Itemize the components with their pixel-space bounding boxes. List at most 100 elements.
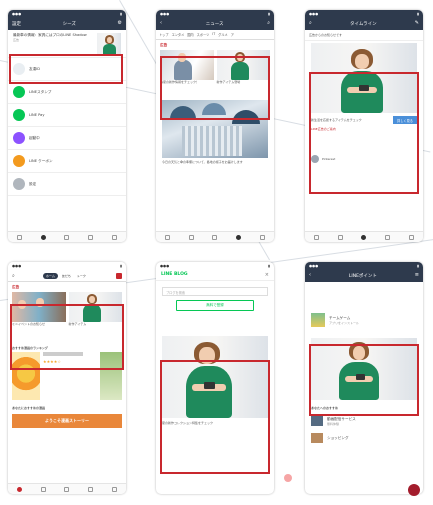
phone-screen-blog: ●●● ▮ LINE BLOG × ブログを検索 無料で登録 夏の新作コレクション…	[156, 262, 274, 494]
tab-news-icon[interactable]	[88, 234, 94, 240]
register-button[interactable]: 無料で登録	[176, 300, 254, 311]
promo-banner[interactable]: ようこそ漫画ストーリー	[12, 414, 122, 428]
category-tabs: トップ エンタメ 国内 スポーツ IT グルメ ア	[156, 30, 274, 40]
ad-photo	[97, 33, 121, 55]
search-icon[interactable]: ⌕	[267, 21, 270, 26]
list-item[interactable]: 設定	[8, 173, 126, 196]
status-bar: ●●● ▮	[12, 263, 122, 268]
ad-highlight-frame	[10, 304, 124, 370]
ad-label: 広告	[12, 285, 20, 289]
ad-highlight-frame	[160, 56, 270, 120]
tab-wallet-icon[interactable]	[408, 234, 414, 240]
phone-screen-timeline: ●●● ▮ ⌕ タイムライン ✎ 広告からのお知らせです 新生活を応援するアイテム…	[305, 10, 423, 242]
game-icon	[311, 313, 325, 327]
tab-news-icon[interactable]	[385, 234, 391, 240]
ad-label: 広告	[160, 43, 168, 47]
tab-domestic[interactable]: 国内	[187, 32, 193, 37]
compose-icon[interactable]: ✎	[415, 21, 419, 26]
list-item[interactable]: ショッピング	[305, 430, 423, 446]
search-input[interactable]: ブログを検索	[162, 287, 268, 296]
list-item-label: 設定	[29, 181, 37, 186]
status-bar: ●●● ▮	[12, 11, 122, 16]
shop-icon	[311, 433, 323, 443]
page-title: シーズ	[62, 21, 76, 27]
menu-icon[interactable]: ≡	[415, 273, 419, 278]
tab-wallet-icon[interactable]	[111, 234, 117, 240]
tab-wallet-icon[interactable]	[259, 234, 265, 240]
tab-timeline-icon[interactable]	[361, 234, 367, 240]
list-item-label: 起動中	[29, 135, 40, 140]
item-title: ショッピング	[327, 435, 349, 440]
tab-more[interactable]: ア	[231, 32, 234, 37]
service-icon	[13, 132, 25, 144]
page-title: タイムライン	[349, 21, 377, 27]
red-badge	[408, 484, 420, 496]
tab-timeline-icon[interactable]	[64, 234, 70, 240]
ad-highlight-frame	[309, 344, 419, 416]
tab-gourmet[interactable]: グルメ	[218, 32, 228, 37]
bottom-tab-bar	[8, 483, 126, 494]
gift-icon[interactable]	[115, 272, 122, 279]
settings-icon[interactable]: ⚙	[118, 21, 122, 26]
search-icon[interactable]: ⌕	[12, 273, 15, 279]
service-icon	[13, 86, 25, 98]
list-item[interactable]: LINEスタンプ	[8, 81, 126, 104]
list-item[interactable]: チームゲーム アプリをインストール	[305, 308, 423, 332]
phone-screen-news: ●●● ▮ ‹ ニュース ⌕ トップ エンタメ 国内 スポーツ IT グルメ ア …	[156, 10, 274, 242]
tab-friends[interactable]: 友だち	[60, 273, 73, 279]
tab-wallet-icon[interactable]	[111, 486, 117, 492]
back-icon[interactable]: ‹	[160, 21, 162, 26]
section-title-2: あなたにおすすめの漫画	[12, 406, 46, 410]
service-icon	[13, 109, 25, 121]
tab-top[interactable]: トップ	[159, 32, 169, 37]
close-icon[interactable]: ×	[265, 272, 269, 278]
list-item[interactable]: LINE クーポン	[8, 150, 126, 173]
status-bar: ●●● ▮	[160, 263, 270, 268]
bottom-tab-bar	[8, 231, 126, 242]
tab-home-icon[interactable]	[17, 234, 23, 240]
item-sub: アプリをインストール	[329, 320, 359, 325]
tab-chat-icon[interactable]	[188, 234, 194, 240]
list-item[interactable]: 起動中	[8, 127, 126, 150]
tab-news-icon[interactable]	[88, 486, 94, 492]
back-icon[interactable]: ‹	[309, 273, 311, 278]
tab-news-icon[interactable]	[236, 234, 242, 240]
bottom-tab-bar	[156, 231, 274, 242]
status-bar: ●●● ▮	[160, 11, 270, 16]
tab-timeline-icon[interactable]	[64, 486, 70, 492]
phone-screen-manga: ●●● ▮ ⌕ ホーム 友だち トーク 広告 ミニイベントのお知らせ 新作アイテ…	[8, 262, 126, 494]
service-icon	[13, 178, 25, 190]
list-item-label: LINE クーポン	[29, 158, 53, 163]
tab-home-icon[interactable]	[17, 486, 23, 492]
notice-text: 広告からのお知らせです	[305, 30, 423, 41]
phone-screen-points: ●●● ▮ ‹ LINEポイント ≡ チームゲーム アプリをインストール あなたへ…	[305, 262, 423, 494]
ad-highlight-frame	[9, 54, 123, 84]
tab-talk[interactable]: トーク	[75, 273, 88, 279]
page-title: ニュース	[205, 21, 224, 27]
ad-highlight-frame	[160, 360, 270, 474]
pink-badge	[284, 474, 292, 482]
tab-sports[interactable]: スポーツ	[197, 32, 210, 37]
item-sub: 無料体験	[327, 421, 340, 426]
tab-home[interactable]: ホーム	[42, 272, 58, 279]
tab-chat-icon[interactable]	[337, 234, 343, 240]
list-item-label: LINE Pay	[29, 112, 45, 117]
tab-home-icon[interactable]	[314, 234, 320, 240]
tab-timeline-icon[interactable]	[212, 234, 218, 240]
blog-logo[interactable]: LINE BLOG	[161, 272, 188, 277]
status-bar: ●●● ▮	[309, 263, 419, 268]
article-caption: 今日の天気と傘の準備について、各地の様子をお届けします	[162, 160, 243, 164]
video-icon	[311, 416, 323, 426]
item-title: 動画配信サービス	[327, 416, 356, 421]
tab-entertainment[interactable]: エンタメ	[172, 32, 185, 37]
list-item[interactable]: LINE Pay	[8, 104, 126, 127]
phone-screen-services: ●●● ▮ 設定 シーズ ⚙ 最新車の情報：家具にはプロのLINE Shadow …	[8, 10, 126, 242]
tab-home-icon[interactable]	[165, 234, 171, 240]
search-icon[interactable]: ⌕	[309, 21, 312, 26]
tab-chat-icon[interactable]	[40, 234, 46, 240]
header-left-label[interactable]: 設定	[12, 21, 21, 27]
status-bar: ●●● ▮	[309, 11, 419, 16]
ad-sub: 広告	[13, 38, 20, 42]
tab-chat-icon[interactable]	[40, 486, 46, 492]
tab-it[interactable]: IT	[212, 32, 215, 37]
